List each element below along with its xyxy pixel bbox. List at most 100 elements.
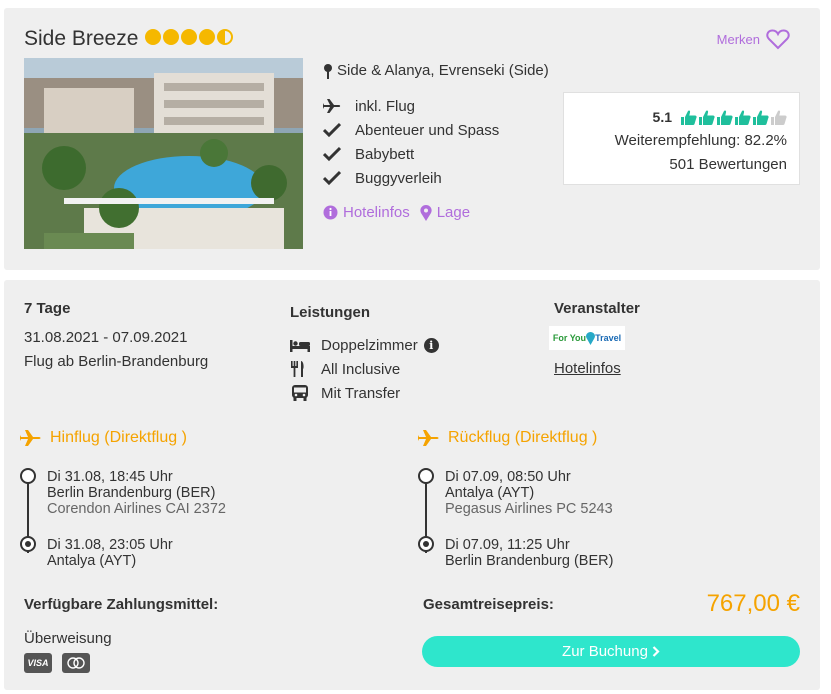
dep-airport: Berlin Brandenburg (BER): [47, 485, 216, 501]
rating-score: 5.1: [652, 109, 672, 125]
departure-airport: Flug ab Berlin-Brandenburg: [24, 353, 209, 370]
dep-time: Di 07.09, 08:50 Uhr: [445, 469, 571, 485]
booking-button-label: Zur Buchung: [562, 643, 648, 660]
star-rating: [145, 29, 233, 45]
bus-icon: [292, 385, 308, 401]
arr-time: Di 07.09, 11:25 Uhr: [445, 537, 570, 553]
info-icon: [323, 205, 338, 220]
lage-link[interactable]: Lage: [420, 204, 470, 221]
airline: Corendon Airlines CAI 2372: [47, 501, 226, 517]
operator-hotelinfos-link[interactable]: Hotelinfos: [554, 360, 621, 377]
outbound-flight-heading: Hinflug (Direktflug ): [20, 429, 187, 447]
feature-item: Babybett: [323, 142, 499, 166]
booking-button[interactable]: Zur Buchung: [422, 636, 800, 667]
dep-airport: Antalya (AYT): [445, 485, 535, 501]
recommendation-text: Weiterempfehlung: 82.2%: [614, 132, 787, 149]
plane-icon: [418, 430, 439, 446]
thumb-up-icon: [717, 110, 733, 125]
feature-list: inkl. Flug Abenteuer und Spass Babybett …: [323, 94, 499, 190]
thumbs-rating: [680, 109, 787, 126]
return-flight-heading: Rückflug (Direktflug ): [418, 429, 597, 447]
mastercard-circles-icon: [67, 657, 85, 669]
merken-button[interactable]: Merken: [717, 28, 790, 50]
return-departure: Di 07.09, 08:50 Uhr Antalya (AYT) Pegasu…: [445, 469, 765, 517]
hotel-card: Side Breeze Merken Side & Alanya, Evrens…: [4, 8, 820, 270]
feature-label: Abenteuer und Spass: [355, 121, 500, 139]
departure-dot-icon: [418, 468, 434, 484]
star-icon: [199, 29, 215, 45]
trip-duration: 7 Tage: [24, 300, 71, 317]
mastercard-icon: [62, 653, 90, 673]
map-marker-icon: [420, 204, 432, 221]
departure-dot-icon: [20, 468, 36, 484]
feature-label: inkl. Flug: [355, 97, 416, 115]
star-icon: [163, 29, 179, 45]
thumb-up-icon: [681, 110, 697, 125]
operator-logo-text-2: Travel: [595, 333, 622, 343]
check-icon: [323, 122, 341, 138]
rating-box[interactable]: 5.1 Weiterempfehlung: 82.2% 501 Bewertun…: [563, 92, 800, 185]
check-icon: [323, 146, 341, 162]
plane-icon: [323, 99, 341, 113]
star-icon: [181, 29, 197, 45]
map-pin-icon: [324, 63, 332, 79]
service-label: All Inclusive: [321, 360, 401, 378]
heart-icon: [766, 29, 790, 50]
thumb-up-empty-icon: [771, 110, 787, 125]
service-label: Doppelzimmer: [321, 336, 418, 354]
payment-cards: VISA: [24, 653, 90, 673]
chevron-right-icon: [652, 646, 660, 657]
star-icon: [145, 29, 161, 45]
service-item: All Inclusive: [290, 357, 439, 381]
trip-dates: 31.08.2021 - 07.09.2021: [24, 329, 188, 346]
hotel-photo[interactable]: [24, 58, 303, 249]
thumb-up-icon: [699, 110, 715, 125]
feature-item: Abenteuer und Spass: [323, 118, 499, 142]
thumb-up-icon: [735, 110, 751, 125]
logo-pin-icon: [586, 331, 596, 345]
thumb-up-icon: [753, 110, 769, 125]
cutlery-icon: [291, 361, 304, 377]
payment-heading: Verfügbare Zahlungsmittel:: [24, 596, 219, 613]
check-icon: [323, 170, 341, 186]
rating-line: 5.1: [564, 105, 787, 129]
hotel-location: Side & Alanya, Evrenseki (Side): [323, 62, 549, 79]
service-label: Mit Transfer: [321, 384, 401, 402]
merken-label: Merken: [716, 31, 760, 47]
arr-airport: Antalya (AYT): [47, 553, 137, 569]
hotel-photo-image: [24, 58, 303, 249]
dep-time: Di 31.08, 18:45 Uhr: [47, 469, 173, 485]
hotel-links: Hotelinfos Lage: [323, 204, 470, 221]
visa-icon: VISA: [24, 653, 52, 673]
return-title: Rückflug (Direktflug ): [448, 429, 598, 446]
service-item: Doppelzimmer i: [290, 333, 439, 357]
outbound-departure: Di 31.08, 18:45 Uhr Berlin Brandenburg (…: [47, 469, 367, 517]
arr-airport: Berlin Brandenburg (BER): [445, 553, 614, 569]
location-text: Side & Alanya, Evrenseki (Side): [337, 62, 549, 79]
feature-label: Babybett: [355, 145, 415, 163]
total-price-label: Gesamtreisepreis:: [423, 596, 554, 613]
plane-icon: [20, 430, 41, 446]
outbound-arrival: Di 31.08, 23:05 Uhr Antalya (AYT): [47, 537, 367, 569]
arr-time: Di 31.08, 23:05 Uhr: [47, 537, 173, 553]
hotel-name[interactable]: Side Breeze: [24, 27, 138, 51]
airline: Pegasus Airlines PC 5243: [445, 501, 613, 517]
operator-logo: For You Travel: [549, 326, 625, 350]
bed-icon: [290, 340, 310, 352]
services-heading: Leistungen: [290, 304, 371, 321]
services-list: Doppelzimmer i All Inclusive Mit Transfe…: [290, 333, 439, 405]
hotelinfos-link[interactable]: Hotelinfos: [323, 204, 410, 221]
feature-label: Buggyverleih: [355, 169, 442, 187]
half-star-icon: [217, 29, 233, 45]
operator-logo-text: For You: [552, 333, 587, 343]
review-count: 501 Bewertungen: [669, 156, 787, 173]
feature-item: Buggyverleih: [323, 166, 499, 190]
service-item: Mit Transfer: [290, 381, 439, 405]
operator-heading: Veranstalter: [554, 300, 640, 317]
hotelinfos-label: Hotelinfos: [343, 204, 410, 221]
info-icon[interactable]: i: [423, 337, 439, 353]
total-price: 767,00 €: [706, 590, 800, 617]
return-arrival: Di 07.09, 11:25 Uhr Berlin Brandenburg (…: [445, 537, 765, 569]
outbound-title: Hinflug (Direktflug ): [50, 429, 187, 446]
lage-label: Lage: [436, 204, 471, 221]
